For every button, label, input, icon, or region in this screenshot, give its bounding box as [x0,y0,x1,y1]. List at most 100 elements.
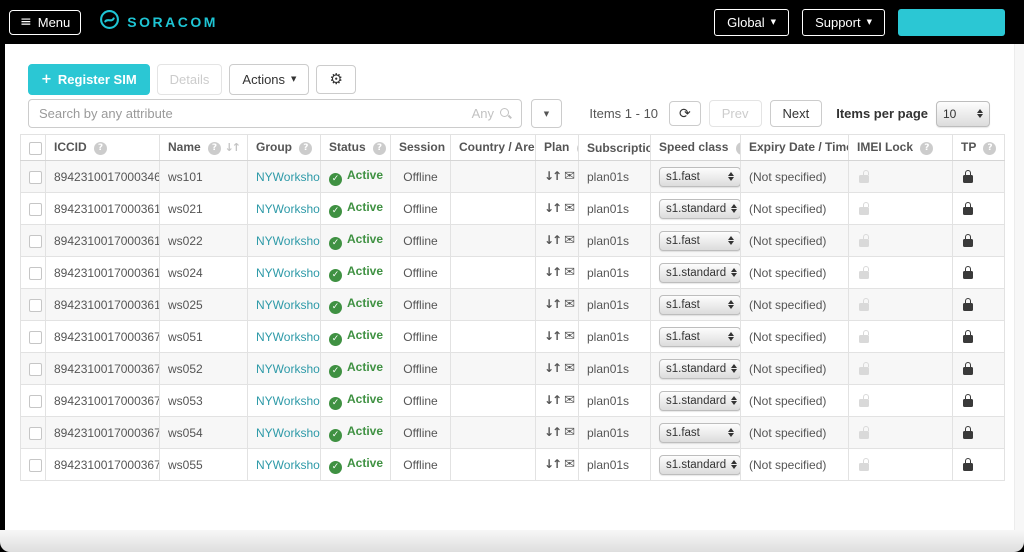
speed-class-select[interactable]: s1.fast [659,166,740,187]
menu-button[interactable]: ≡ Menu [9,9,82,35]
group-link[interactable]: NYWorkshop [256,298,320,312]
status-cell: ✓ Active [320,448,391,481]
group-link[interactable]: NYWorkshop [256,234,320,248]
global-menu-button[interactable]: Global ▼ [714,8,790,36]
next-page-button[interactable]: Next [769,100,823,127]
row-checkbox[interactable] [29,394,42,408]
data-transfer-arrows-icon: ↓↑ [544,297,562,311]
sms-envelope-icon: ✉ [564,169,576,184]
table-settings-button[interactable]: ⚙ [316,65,356,94]
iccid-cell: 8942310017000367049 [45,416,160,449]
sms-envelope-icon: ✉ [564,425,576,440]
tp-cell [952,256,1005,289]
row-checkbox[interactable] [29,458,42,472]
info-icon[interactable]: ? [983,142,997,155]
speed-class-select[interactable]: s1.standard [659,358,740,379]
session-cell: Offline [390,352,451,385]
search-options-button[interactable]: ▼ [531,99,562,128]
main-panel: + Register SIM Details Actions ▼ ⚙ Any ▼… [5,44,1014,530]
group-link[interactable]: NYWorkshop [256,426,320,440]
name-cell: ws024 [159,256,248,289]
active-check-icon: ✓ [329,268,342,282]
row-checkbox[interactable] [29,362,42,376]
info-icon[interactable]: ? [299,142,313,155]
row-checkbox[interactable] [29,170,42,184]
group-link[interactable]: NYWorkshop [256,330,320,344]
speed-class-select[interactable]: s1.standard [659,454,740,475]
row-checkbox[interactable] [29,426,42,440]
row-select-cell [20,416,46,449]
column-header-tp[interactable]: TP ? [952,134,1005,161]
search-input[interactable] [28,99,522,128]
row-checkbox[interactable] [29,234,42,248]
imei-lock-cell [848,160,953,193]
subscription-cell: plan01s [578,288,651,321]
column-header-plan[interactable]: Plan ? [535,134,579,161]
info-icon[interactable]: ? [735,142,740,155]
info-icon[interactable]: ? [208,142,222,155]
column-header-expiry-date-time[interactable]: Expiry Date / Time ? [740,134,849,161]
group-link[interactable]: NYWorkshop [256,362,320,376]
name-cell: ws022 [159,224,248,257]
expiry-cell: (Not specified) [740,320,849,353]
speed-class-select[interactable]: s1.standard [659,198,740,219]
table-row: 8942310017000361570 ws024 NYWorkshop ✓Ac… [20,256,1005,289]
locked-padlock-icon [963,201,973,215]
column-header-status[interactable]: Status ? [320,134,391,161]
search-scope[interactable]: Any [472,106,512,121]
group-link[interactable]: NYWorkshop [256,394,320,408]
iccid-cell: 8942310017000367023 [45,352,160,385]
name-cell: ws021 [159,192,248,225]
unlocked-padlock-icon [859,201,869,215]
chevron-down-icon: ▼ [291,75,297,83]
column-header-speed-class[interactable]: Speed class ? [650,134,741,161]
scrollbar-track[interactable] [1014,44,1024,530]
actions-button[interactable]: Actions ▼ [229,64,310,95]
details-button[interactable]: Details [156,64,223,95]
hamburger-icon: ≡ [20,14,32,30]
speed-class-select[interactable]: s1.standard [659,390,740,411]
column-header-imei-lock[interactable]: IMEI Lock ? [848,134,953,161]
row-checkbox[interactable] [29,330,42,344]
speed-class-select[interactable]: s1.standard [659,262,740,283]
register-sim-button[interactable]: + Register SIM [28,64,150,95]
sort-icon[interactable]: ↓↑ [225,141,242,154]
speed-class-select[interactable]: s1.fast [659,422,740,443]
row-checkbox[interactable] [29,202,42,216]
country-cell [450,320,536,353]
group-link[interactable]: NYWorkshop [256,202,320,216]
brand-name: SORACOM [127,14,218,30]
account-button[interactable] [898,8,1005,36]
speed-class-cell: s1.fast [650,288,741,321]
subscription-cell: plan01s [578,416,651,449]
row-select-cell [20,288,46,321]
column-header-name[interactable]: Name ? ↓↑ [159,134,248,161]
speed-class-select[interactable]: s1.fast [659,294,740,315]
group-cell: NYWorkshop [247,384,321,417]
speed-class-select[interactable]: s1.fast [659,230,740,251]
row-checkbox[interactable] [29,266,42,280]
info-icon[interactable]: ? [373,142,387,155]
tp-cell [952,352,1005,385]
support-menu-button[interactable]: Support ▼ [802,8,885,36]
refresh-button[interactable]: ⟳ [669,101,701,126]
group-link[interactable]: NYWorkshop [256,458,320,472]
info-icon[interactable]: ? [920,142,934,155]
unlocked-padlock-icon [859,425,869,439]
row-checkbox[interactable] [29,298,42,312]
column-header-subscription[interactable]: Subscription [578,134,651,161]
info-icon[interactable]: ? [94,142,108,155]
items-per-page-select[interactable]: 10 [936,100,990,127]
group-link[interactable]: NYWorkshop [256,170,320,184]
prev-page-button[interactable]: Prev [708,100,762,127]
subscription-cell: plan01s [578,224,651,257]
column-header-country-area[interactable]: Country / Area ? [450,134,536,161]
select-all-checkbox[interactable] [29,141,42,155]
speed-class-select[interactable]: s1.fast [659,326,740,347]
column-header-group[interactable]: Group ? [247,134,321,161]
column-header-iccid[interactable]: ICCID ? [45,134,160,161]
column-header-session[interactable]: Session ? [390,134,451,161]
group-link[interactable]: NYWorkshop [256,266,320,280]
active-check-icon: ✓ [329,236,342,250]
table-row: 8942310017000361588 ws025 NYWorkshop ✓Ac… [20,288,1005,321]
